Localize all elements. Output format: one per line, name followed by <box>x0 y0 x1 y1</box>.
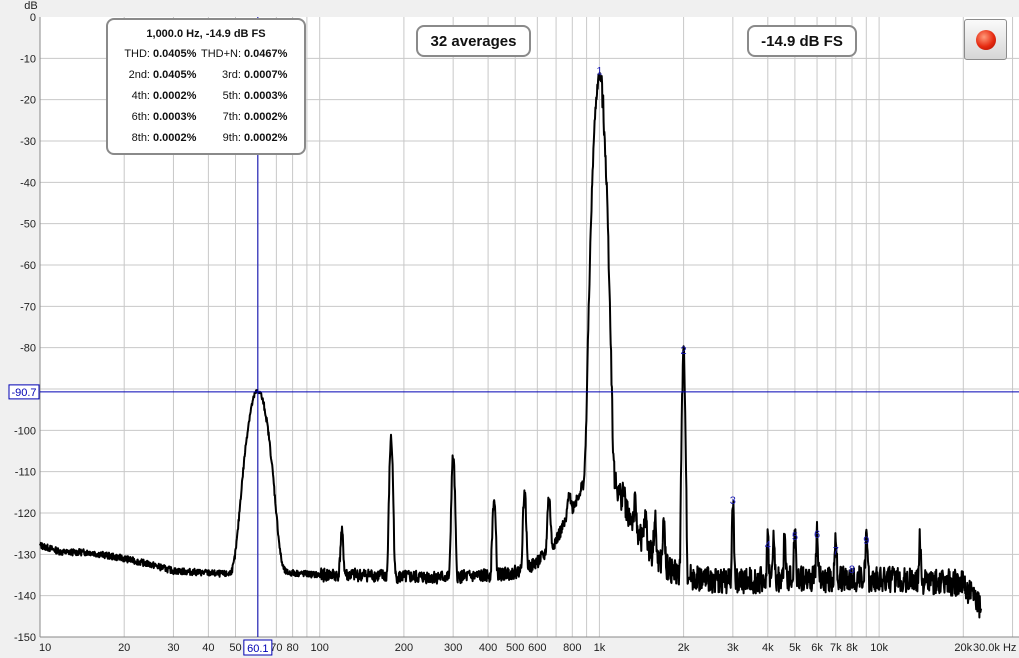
level-label: -14.9 dB FS <box>761 33 843 50</box>
thd-row: THD: 0.0405% THD+N: 0.0467% <box>108 48 304 62</box>
stat-label: 6th: <box>131 111 150 123</box>
y-axis-ticks: 0-10-20-30-40-50-60-70-80-90-100-110-120… <box>14 12 36 644</box>
y-tick-label: -20 <box>20 95 36 107</box>
stat-label: 4th: <box>131 90 150 102</box>
y-tick-label: -130 <box>14 549 36 561</box>
x-tick-label: 10k <box>870 642 888 654</box>
stat-value: 0.0002% <box>244 111 288 123</box>
stat-label: 9th: <box>222 132 241 144</box>
y-tick-label: -110 <box>15 467 36 479</box>
x-tick-label: 1k <box>594 642 606 654</box>
stat-value: 0.0003% <box>153 111 197 123</box>
stat-value: 0.0007% <box>244 69 288 81</box>
stat-label: 2nd: <box>128 69 150 81</box>
stat-value: 0.0405% <box>153 69 197 81</box>
harmonic-marker-label: 8 <box>849 564 855 576</box>
y-axis-label: dB <box>24 0 37 12</box>
harmonic-marker-label: 9 <box>863 535 869 547</box>
x-tick-label: 3k <box>727 642 739 654</box>
y-tick-label: -60 <box>20 260 36 272</box>
harmonic-marker-label: 3 <box>730 495 736 507</box>
y-tick-label: -100 <box>14 425 36 437</box>
x-tick-label: 7k <box>830 642 842 654</box>
x-tick-label: 2k <box>678 642 690 654</box>
stat-label: 5th: <box>222 90 241 102</box>
thd-row: 6th: 0.0003% 7th: 0.0002% <box>108 111 304 125</box>
stat-label: THD+N: <box>200 48 241 60</box>
harmonic-marker-label: 5 <box>792 531 798 543</box>
x-tick-label: 4k <box>762 642 774 654</box>
x-tick-label: 6k <box>811 642 823 654</box>
x-tick-label: 20 <box>118 642 130 654</box>
y-tick-label: -150 <box>14 632 36 644</box>
stat-value: 0.0002% <box>153 90 197 102</box>
x-tick-label: 200 <box>395 642 413 654</box>
y-tick-label: -50 <box>20 219 36 231</box>
x-tick-label: 600 <box>528 642 546 654</box>
cursor-x-readout: 60.1 <box>247 643 268 655</box>
y-tick-label: -120 <box>14 508 36 520</box>
stat-value: 0.0003% <box>244 90 288 102</box>
y-tick-label: -140 <box>14 591 36 603</box>
x-tick-label: 100 <box>311 642 329 654</box>
harmonic-marker-label: 1 <box>596 66 602 78</box>
y-tick-label: -30 <box>20 136 36 148</box>
y-tick-label: -40 <box>20 177 36 189</box>
x-tick-label: 40 <box>202 642 214 654</box>
x-tick-label: 80 <box>286 642 298 654</box>
stat-label: 8th: <box>131 132 150 144</box>
stat-label: 7th: <box>222 111 241 123</box>
y-tick-label: 0 <box>30 12 36 24</box>
stat-value: 0.0467% <box>244 48 288 60</box>
record-button[interactable] <box>964 19 1007 60</box>
stat-label: THD: <box>124 48 150 60</box>
stat-value: 0.0002% <box>244 132 288 144</box>
x-tick-label: 400 <box>479 642 497 654</box>
x-tick-label: 300 <box>444 642 462 654</box>
x-tick-label: 20k <box>954 642 972 654</box>
harmonic-marker-label: 2 <box>681 345 687 357</box>
x-tick-label: 50 <box>229 642 241 654</box>
x-tick-label: 5k <box>789 642 801 654</box>
stat-label: 3rd: <box>222 69 241 81</box>
harmonic-marker-label: 6 <box>814 529 820 541</box>
x-axis-ticks: 10 20 30 40 50 70 80 100 200 300 400 500 600 800 1k 2k 3… <box>39 642 1016 654</box>
thd-row: 2nd: 0.0405% 3rd: 0.0007% <box>108 69 304 83</box>
rta-window: 0-10-20-30-40-50-60-70-80-90-100-110-120… <box>0 0 1019 658</box>
record-icon <box>976 30 996 50</box>
x-tick-label: 800 <box>563 642 581 654</box>
stat-value: 0.0002% <box>153 132 197 144</box>
cursor-y-readout: -90.7 <box>11 387 36 399</box>
x-tick-label: 10 <box>39 642 51 654</box>
x-tick-label: 30 <box>167 642 179 654</box>
level-badge: -14.9 dB FS <box>747 25 857 57</box>
x-tick-label: 8k <box>846 642 858 654</box>
x-tick-label: 500 <box>506 642 524 654</box>
y-tick-label: -10 <box>20 53 36 65</box>
thd-readout-panel: 1,000.0 Hz, -14.9 dB FS THD: 0.0405% THD… <box>106 18 306 155</box>
thd-header: 1,000.0 Hz, -14.9 dB FS <box>146 28 266 40</box>
y-tick-label: -70 <box>20 301 36 313</box>
harmonic-marker-label: 7 <box>833 545 839 557</box>
thd-row: 8th: 0.0002% 9th: 0.0002% <box>108 132 304 146</box>
x-tick-label: 30.0k Hz <box>973 642 1016 654</box>
averages-badge: 32 averages <box>416 25 531 57</box>
stat-value: 0.0405% <box>153 48 197 60</box>
thd-row: 4th: 0.0002% 5th: 0.0003% <box>108 90 304 104</box>
harmonic-marker-label: 4 <box>765 539 771 551</box>
y-tick-label: -80 <box>20 343 36 355</box>
averages-label: 32 averages <box>430 33 517 50</box>
